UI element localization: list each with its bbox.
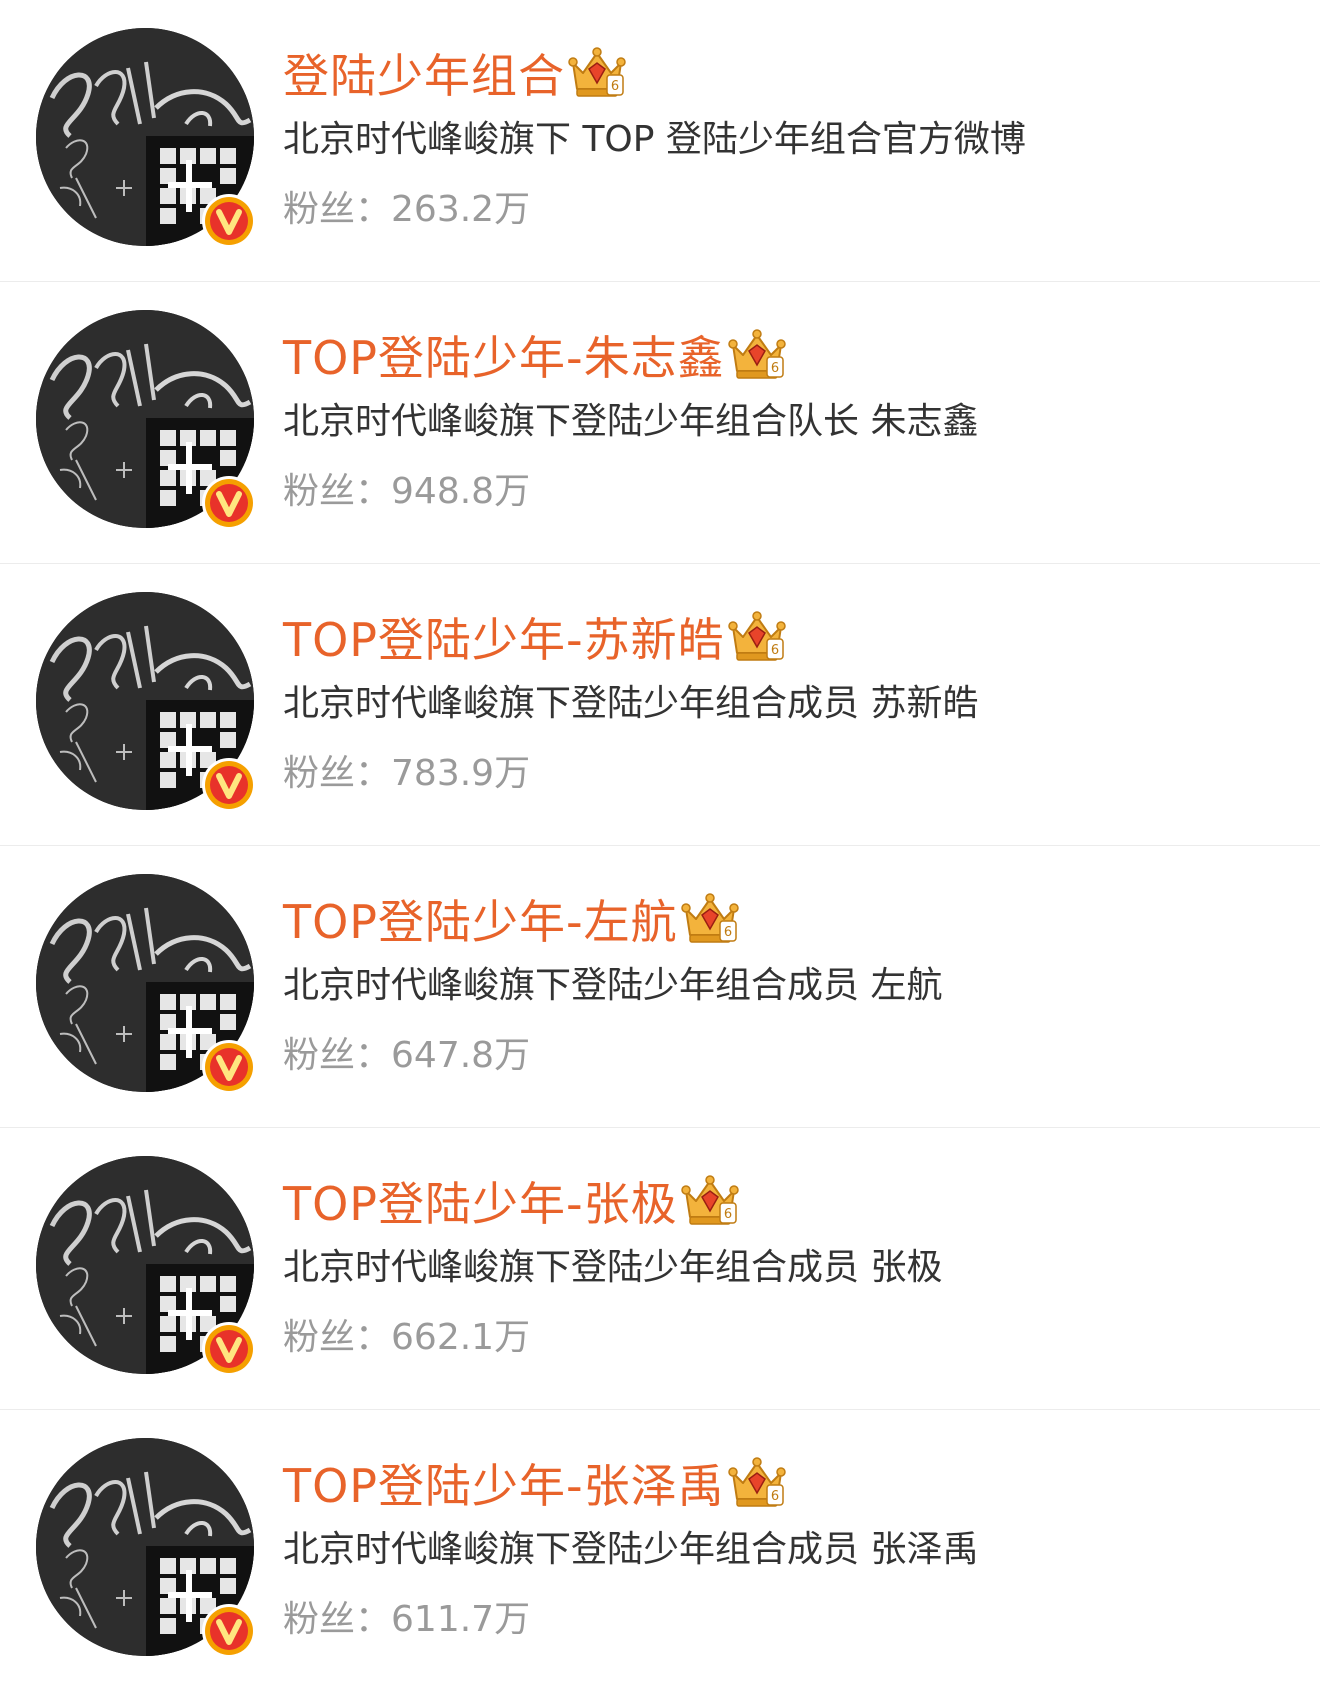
crown-icon[interactable]: 6 [727, 327, 787, 383]
account-name[interactable]: 登陆少年组合 [283, 40, 565, 106]
account-info: TOP登陆少年-左航 6 北京时代峰峻旗下登陆少年组合成员 左航 粉丝：647.… [283, 886, 1300, 1082]
fans-count-line: 粉丝：647.8万 [283, 1030, 1300, 1082]
fans-count: 611.7万 [391, 1599, 531, 1640]
account-description: 北京时代峰峻旗下登陆少年组合成员 张泽禹 [283, 1529, 979, 1570]
account-row[interactable]: TOP登陆少年-朱志鑫 6 北京时代峰峻旗下登陆少年组合队长 朱志鑫 粉丝：94… [0, 282, 1320, 564]
fans-label: 粉丝： [283, 1317, 392, 1358]
svg-text:6: 6 [724, 925, 732, 940]
account-description: 北京时代峰峻旗下 TOP 登陆少年组合官方微博 [283, 119, 1026, 160]
account-name[interactable]: TOP登陆少年-朱志鑫 [283, 322, 725, 388]
account-name[interactable]: TOP登陆少年-苏新皓 [283, 604, 725, 670]
fans-label: 粉丝： [283, 1599, 392, 1640]
name-line: 登陆少年组合 6 [283, 40, 1300, 106]
fans-count-line: 粉丝：263.2万 [283, 184, 1300, 236]
fans-count-line: 粉丝：948.8万 [283, 466, 1300, 518]
fans-label: 粉丝： [283, 753, 392, 794]
name-line: TOP登陆少年-张极 6 [283, 1168, 1300, 1234]
fans-count: 263.2万 [391, 189, 531, 230]
avatar[interactable] [36, 874, 256, 1094]
fans-count: 647.8万 [391, 1035, 531, 1076]
account-list: 登陆少年组合 6 北京时代峰峻旗下 TOP 登陆少年组合官方微博 粉丝：263.… [0, 0, 1320, 1688]
crown-icon[interactable]: 6 [680, 1173, 740, 1229]
crown-icon[interactable]: 6 [727, 1455, 787, 1511]
crown-icon[interactable]: 6 [727, 609, 787, 665]
crown-icon[interactable]: 6 [680, 891, 740, 947]
fans-count-line: 粉丝：783.9万 [283, 748, 1300, 800]
account-description: 北京时代峰峻旗下登陆少年组合队长 朱志鑫 [283, 401, 979, 442]
name-line: TOP登陆少年-左航 6 [283, 886, 1300, 952]
account-name[interactable]: TOP登陆少年-张极 [283, 1168, 678, 1234]
svg-text:6: 6 [771, 643, 779, 658]
verified-icon [202, 1604, 256, 1658]
avatar[interactable] [36, 1438, 256, 1658]
fans-count-line: 粉丝：662.1万 [283, 1312, 1300, 1364]
fans-count-line: 粉丝：611.7万 [283, 1594, 1300, 1646]
avatar[interactable] [36, 1156, 256, 1376]
account-info: TOP登陆少年-朱志鑫 6 北京时代峰峻旗下登陆少年组合队长 朱志鑫 粉丝：94… [283, 322, 1300, 518]
account-info: TOP登陆少年-苏新皓 6 北京时代峰峻旗下登陆少年组合成员 苏新皓 粉丝：78… [283, 604, 1300, 800]
fans-count: 948.8万 [391, 471, 531, 512]
account-row[interactable]: 登陆少年组合 6 北京时代峰峻旗下 TOP 登陆少年组合官方微博 粉丝：263.… [0, 0, 1320, 282]
avatar[interactable] [36, 28, 256, 248]
avatar[interactable] [36, 310, 256, 530]
svg-text:6: 6 [771, 1489, 779, 1504]
verified-icon [202, 1040, 256, 1094]
account-name[interactable]: TOP登陆少年-张泽禹 [283, 1450, 725, 1516]
account-name[interactable]: TOP登陆少年-左航 [283, 886, 678, 952]
verified-icon [202, 194, 256, 248]
verified-icon [202, 1322, 256, 1376]
account-row[interactable]: TOP登陆少年-张极 6 北京时代峰峻旗下登陆少年组合成员 张极 粉丝：662.… [0, 1128, 1320, 1410]
account-info: TOP登陆少年-张极 6 北京时代峰峻旗下登陆少年组合成员 张极 粉丝：662.… [283, 1168, 1300, 1364]
name-line: TOP登陆少年-张泽禹 6 [283, 1450, 1300, 1516]
account-info: 登陆少年组合 6 北京时代峰峻旗下 TOP 登陆少年组合官方微博 粉丝：263.… [283, 40, 1300, 236]
account-info: TOP登陆少年-张泽禹 6 北京时代峰峻旗下登陆少年组合成员 张泽禹 粉丝：61… [283, 1450, 1300, 1646]
fans-label: 粉丝： [283, 471, 392, 512]
account-description: 北京时代峰峻旗下登陆少年组合成员 张极 [283, 1247, 943, 1288]
account-description: 北京时代峰峻旗下登陆少年组合成员 苏新皓 [283, 683, 979, 724]
account-row[interactable]: TOP登陆少年-左航 6 北京时代峰峻旗下登陆少年组合成员 左航 粉丝：647.… [0, 846, 1320, 1128]
account-row[interactable]: TOP登陆少年-张泽禹 6 北京时代峰峻旗下登陆少年组合成员 张泽禹 粉丝：61… [0, 1410, 1320, 1688]
account-row[interactable]: TOP登陆少年-苏新皓 6 北京时代峰峻旗下登陆少年组合成员 苏新皓 粉丝：78… [0, 564, 1320, 846]
account-description: 北京时代峰峻旗下登陆少年组合成员 左航 [283, 965, 943, 1006]
verified-icon [202, 758, 256, 812]
fans-label: 粉丝： [283, 1035, 392, 1076]
fans-count: 662.1万 [391, 1317, 531, 1358]
crown-icon[interactable]: 6 [567, 45, 627, 101]
name-line: TOP登陆少年-朱志鑫 6 [283, 322, 1300, 388]
svg-text:6: 6 [771, 361, 779, 376]
avatar[interactable] [36, 592, 256, 812]
svg-text:6: 6 [724, 1207, 732, 1222]
svg-text:6: 6 [611, 79, 619, 94]
verified-icon [202, 476, 256, 530]
name-line: TOP登陆少年-苏新皓 6 [283, 604, 1300, 670]
fans-count: 783.9万 [391, 753, 531, 794]
fans-label: 粉丝： [283, 189, 392, 230]
